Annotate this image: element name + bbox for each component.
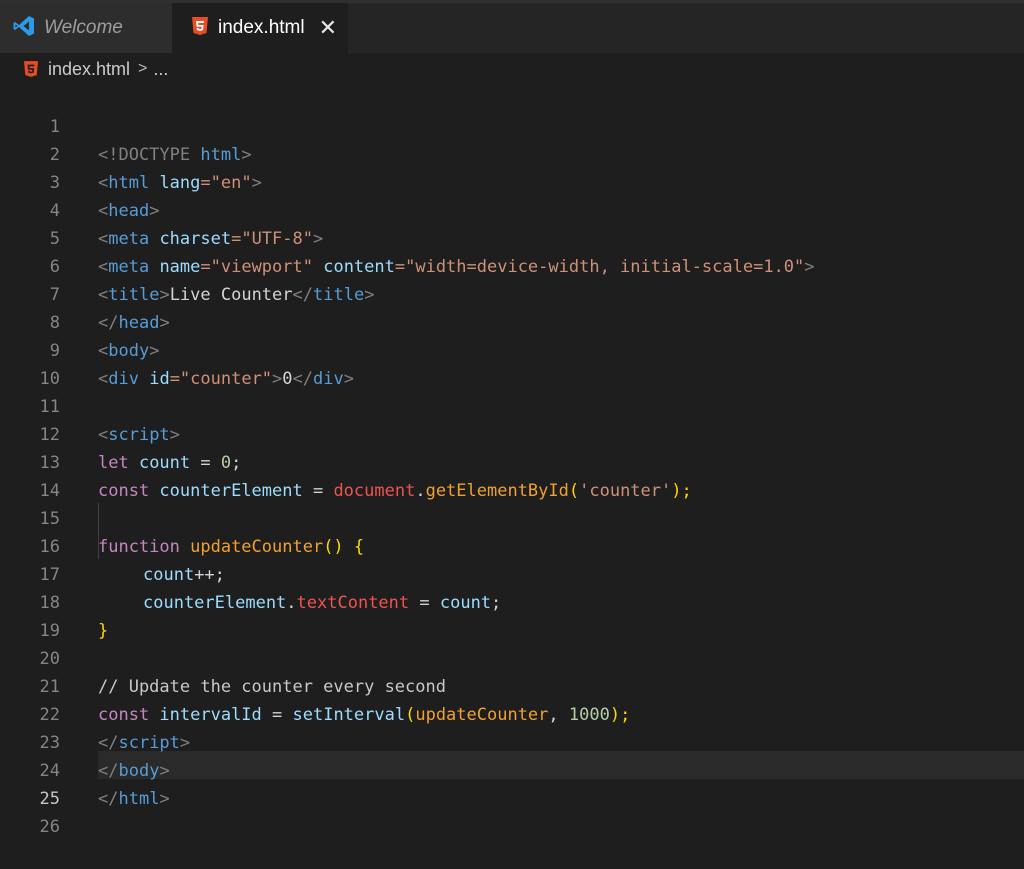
breadcrumb-file[interactable]: index.html (48, 59, 130, 80)
code-line: 14 (0, 449, 1024, 501)
code-line: 18 } (0, 561, 1024, 641)
close-icon[interactable]: ✕ (319, 17, 337, 39)
breadcrumb-symbols[interactable]: ... (153, 59, 168, 80)
code-line: 19 (0, 589, 1024, 641)
breadcrumb: index.html > ... (0, 53, 1024, 85)
code-line: 4 <meta charset="UTF-8"> (0, 169, 1024, 249)
code-line: 22 </script> (0, 673, 1024, 753)
code-line: 24 </html> (0, 729, 1024, 809)
code-line: 2 <html lang="en"> (0, 113, 1024, 193)
code-line: 5 <meta name="viewport" content="width=d… (0, 197, 1024, 277)
code-line: 11 <script> (0, 365, 1024, 445)
code-line: 13 const counterElement = document.getEl… (0, 421, 1024, 501)
code-line: 20 // Update the counter every second (0, 617, 1024, 697)
editor-tab-bar: Welcome index.html ✕ (0, 0, 1024, 53)
code-line: 21 const intervalId = setInterval(update… (0, 645, 1024, 725)
vscode-icon (12, 14, 36, 43)
html5-icon (192, 16, 208, 40)
code-line: 15 function updateCounter() { (0, 477, 1024, 557)
code-editor[interactable]: 1 <!DOCTYPE html> 2 <html lang="en"> 3 <… (0, 85, 1024, 837)
code-line: 9 <div id="counter">0</div> (0, 309, 1024, 389)
code-line: 7 </head> (0, 253, 1024, 333)
html5-icon (24, 61, 38, 77)
code-line: 16 count++; (0, 505, 1024, 585)
chevron-right-icon: > (138, 60, 148, 77)
code-line: 17 counterElement.textContent = count; (0, 533, 1024, 613)
code-line: 25 (0, 757, 1024, 809)
tab-label: index.html (218, 17, 305, 38)
code-line: 1 <!DOCTYPE html> (0, 85, 1024, 165)
line-number: 26 (39, 817, 60, 837)
tab-label: Welcome (44, 17, 123, 38)
code-line: 10 (0, 337, 1024, 389)
code-line: 6 <title>Live Counter</title> (0, 225, 1024, 305)
code-line: 3 <head> (0, 141, 1024, 221)
tab-welcome[interactable]: Welcome (0, 3, 172, 53)
code-line: 8 <body> (0, 281, 1024, 361)
tab-index-html[interactable]: index.html ✕ (172, 3, 348, 53)
code-line: 12 let count = 0; (0, 393, 1024, 473)
code-line: 23 </body> (0, 701, 1024, 781)
